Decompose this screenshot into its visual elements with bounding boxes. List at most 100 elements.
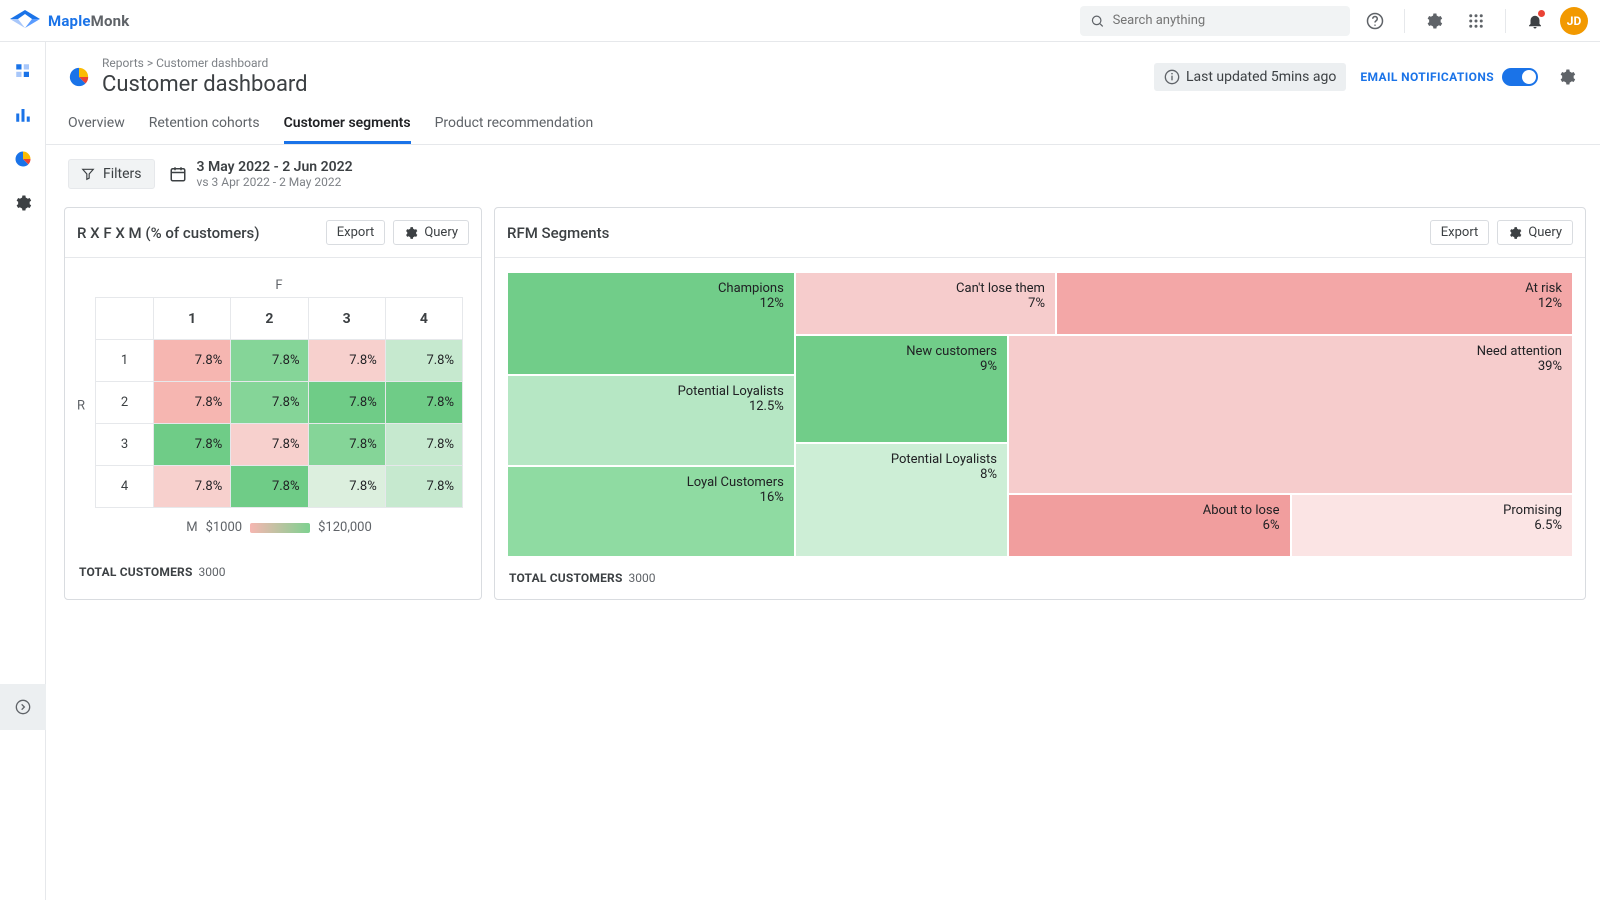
page-icon	[68, 66, 90, 88]
toggle-switch[interactable]	[1502, 68, 1538, 86]
gear-icon	[1558, 68, 1576, 86]
heatmap-cell[interactable]: 7.8%	[231, 466, 308, 508]
node-cant-lose-them[interactable]: Can't lose them7%	[795, 272, 1056, 335]
gear-icon	[1425, 12, 1443, 30]
node-new-customers[interactable]: New customers9%	[795, 335, 1008, 443]
notifications-button[interactable]	[1518, 4, 1552, 38]
filters-button[interactable]: Filters	[68, 159, 155, 189]
heatmap-cell[interactable]: 7.8%	[385, 424, 462, 466]
col-header: 4	[385, 298, 462, 340]
brand-logo-icon	[10, 10, 40, 32]
search-box[interactable]	[1080, 6, 1350, 36]
page-head: Reports > Customer dashboard Customer da…	[46, 42, 1600, 97]
total-label: TOTAL CUSTOMERS	[509, 571, 623, 585]
row-header: 3	[96, 424, 154, 466]
page-settings-button[interactable]	[1552, 62, 1582, 92]
gear-icon	[1508, 226, 1522, 240]
search-input[interactable]	[1113, 13, 1340, 28]
heatmap-cell[interactable]: 7.8%	[308, 466, 385, 508]
help-button[interactable]	[1358, 4, 1392, 38]
node-champions[interactable]: Champions12%	[507, 272, 795, 375]
heatmap-cell[interactable]: 7.8%	[308, 340, 385, 382]
help-icon	[1366, 12, 1384, 30]
heatmap-cell[interactable]: 7.8%	[308, 382, 385, 424]
rail-item-reports[interactable]	[8, 144, 38, 174]
content: Reports > Customer dashboard Customer da…	[46, 42, 1600, 900]
topbar: MapleMonk JD	[0, 0, 1600, 42]
rail-expand-button[interactable]	[0, 684, 46, 730]
tab-overview[interactable]: Overview	[68, 115, 125, 144]
query-button[interactable]: Query	[393, 220, 469, 245]
row-header: 1	[96, 340, 154, 382]
brand[interactable]: MapleMonk	[10, 10, 130, 32]
date-range[interactable]: 3 May 2022 - 2 Jun 2022 vs 3 Apr 2022 - …	[169, 159, 353, 189]
heatmap-cell[interactable]: 7.8%	[385, 382, 462, 424]
axis-f-label: F	[95, 278, 463, 293]
avatar[interactable]: JD	[1560, 7, 1588, 35]
node-about-to-lose[interactable]: About to lose6%	[1008, 494, 1290, 557]
heatmap-cell[interactable]: 7.8%	[154, 382, 231, 424]
rail-item-settings[interactable]	[8, 188, 38, 218]
heatmap-cell[interactable]: 7.8%	[385, 340, 462, 382]
total-label: TOTAL CUSTOMERS	[79, 565, 193, 579]
date-range-main: 3 May 2022 - 2 Jun 2022	[197, 159, 353, 175]
cards-row: R X F X M (% of customers) Export Query …	[46, 203, 1600, 620]
chevron-right-icon	[15, 699, 31, 715]
notification-dot	[1538, 10, 1545, 17]
rail-item-bars[interactable]	[8, 100, 38, 130]
filter-icon	[81, 167, 95, 181]
heatmap-cell[interactable]: 7.8%	[231, 340, 308, 382]
tabs: Overview Retention cohorts Customer segm…	[46, 97, 1600, 145]
col-header: 1	[154, 298, 231, 340]
gear-icon	[14, 194, 32, 212]
topbar-divider	[1505, 9, 1506, 33]
node-at-risk[interactable]: At risk12%	[1056, 272, 1573, 335]
node-promising[interactable]: Promising6.5%	[1291, 494, 1573, 557]
heatmap-cell[interactable]: 7.8%	[154, 424, 231, 466]
apps-button[interactable]	[1459, 4, 1493, 38]
apps-icon	[1467, 12, 1485, 30]
node-loyal-customers[interactable]: Loyal Customers16%	[507, 466, 795, 557]
rail-item-dashboard[interactable]	[8, 56, 38, 86]
heatmap-cell[interactable]: 7.8%	[231, 382, 308, 424]
query-button[interactable]: Query	[1497, 220, 1573, 245]
col-header: 2	[231, 298, 308, 340]
row-header: 2	[96, 382, 154, 424]
tab-customer-segments[interactable]: Customer segments	[284, 115, 411, 144]
total-value: 3000	[199, 565, 226, 579]
node-potential-loyalists-a[interactable]: Potential Loyalists12.5%	[507, 375, 795, 466]
heatmap-cell[interactable]: 7.8%	[231, 424, 308, 466]
tiles-icon	[14, 62, 32, 80]
axis-r-label: R	[77, 398, 85, 413]
heatmap-cell[interactable]: 7.8%	[154, 340, 231, 382]
last-updated-chip: Last updated 5mins ago	[1154, 63, 1346, 91]
export-button[interactable]: Export	[326, 220, 386, 245]
node-need-attention[interactable]: Need attention39%	[1008, 335, 1573, 495]
info-icon	[1164, 69, 1180, 85]
card-rfm-heatmap: R X F X M (% of customers) Export Query …	[64, 207, 482, 600]
legend-bar	[250, 523, 310, 533]
last-updated-text: Last updated 5mins ago	[1186, 69, 1336, 85]
settings-button[interactable]	[1417, 4, 1451, 38]
tab-retention-cohorts[interactable]: Retention cohorts	[149, 115, 260, 144]
tab-product-recommendation[interactable]: Product recommendation	[435, 115, 594, 144]
email-notifications[interactable]: EMAIL NOTIFICATIONS	[1360, 68, 1538, 86]
row-header: 4	[96, 466, 154, 508]
page-title: Customer dashboard	[102, 72, 308, 97]
pie-icon	[14, 150, 32, 168]
card-rfm-segments: RFM Segments Export Query Champions12% P…	[494, 207, 1586, 600]
brand-name: MapleMonk	[48, 12, 130, 30]
node-potential-loyalists-b[interactable]: Potential Loyalists8%	[795, 443, 1008, 557]
date-range-compare: vs 3 Apr 2022 - 2 May 2022	[197, 175, 353, 189]
heatmap-cell[interactable]: 7.8%	[308, 424, 385, 466]
heatmap-cell[interactable]: 7.8%	[154, 466, 231, 508]
heatmap-cell[interactable]: 7.8%	[385, 466, 462, 508]
legend: M $1000 $120,000	[95, 520, 463, 535]
topbar-divider	[1404, 9, 1405, 33]
export-button[interactable]: Export	[1430, 220, 1490, 245]
card-title: R X F X M (% of customers)	[77, 224, 260, 242]
col-header: 3	[308, 298, 385, 340]
filters-row: Filters 3 May 2022 - 2 Jun 2022 vs 3 Apr…	[46, 145, 1600, 203]
breadcrumb[interactable]: Reports > Customer dashboard	[102, 56, 308, 70]
bars-icon	[14, 106, 32, 124]
